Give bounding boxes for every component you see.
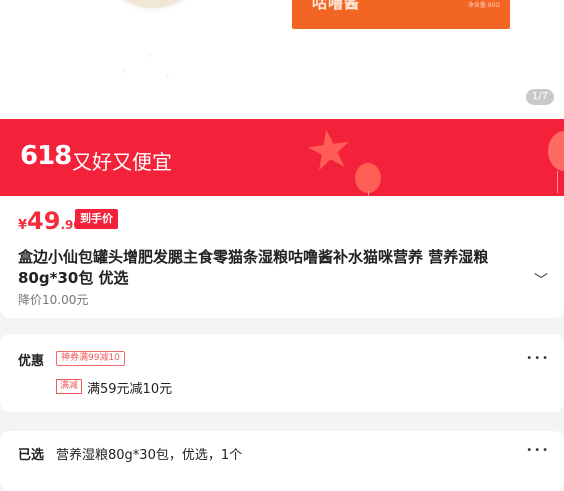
product-image-carousel[interactable]: 咕噜酱 净含量:80G 1/7 bbox=[0, 0, 564, 119]
offers-section[interactable]: 优惠 神券满99减10 满减 满59元减10元 ••• bbox=[0, 334, 564, 412]
reduce-text: 满59元减10元 bbox=[87, 382, 173, 397]
price-card: ¥49.90 到手价 盒边小仙包罐头增肥发腮主食零猫条湿粮咕噜酱补水猫咪营养 营… bbox=[0, 196, 564, 318]
currency-symbol: ¥ bbox=[18, 218, 28, 233]
banner-slogan: 又好又便宜 bbox=[72, 150, 172, 174]
selected-label: 已选 bbox=[18, 448, 45, 463]
decor-speck bbox=[148, 54, 151, 57]
balloon-icon bbox=[355, 163, 381, 193]
more-icon[interactable]: ••• bbox=[526, 445, 550, 456]
coupon-badge[interactable]: 神券满99减10 bbox=[56, 351, 125, 366]
price-drop-note: 降价10.00元 bbox=[18, 293, 89, 307]
final-price-tag: 到手价 bbox=[75, 209, 118, 229]
offers-label: 优惠 bbox=[18, 354, 45, 369]
chevron-down-icon[interactable]: ﹀ bbox=[534, 270, 548, 290]
decor-speck bbox=[166, 74, 169, 77]
more-icon[interactable]: ••• bbox=[526, 353, 550, 364]
product-photo-bowl bbox=[98, 0, 208, 8]
decor-speck bbox=[122, 70, 125, 73]
product-package-image: 咕噜酱 净含量:80G bbox=[292, 0, 510, 29]
final-price: ¥49.90 bbox=[18, 207, 82, 235]
image-counter: 1/7 bbox=[525, 89, 554, 105]
promo-banner: 618 又好又便宜 ★ bbox=[0, 119, 564, 196]
selected-value: 营养湿粮80g*30包，优选，1个 bbox=[56, 448, 243, 463]
balloon-icon bbox=[548, 131, 564, 171]
banner-618-logo: 618 bbox=[20, 141, 72, 171]
selected-spec-section[interactable]: 已选 营养湿粮80g*30包，优选，1个 ••• bbox=[0, 431, 564, 491]
reduce-tag: 满减 bbox=[56, 379, 83, 394]
star-icon: ★ bbox=[300, 119, 358, 185]
package-net-weight: 净含量:80G bbox=[467, 2, 500, 9]
product-title: 盒边小仙包罐头增肥发腮主食零猫条湿粮咕噜酱补水猫咪营养 营养湿粮80g*30包 … bbox=[18, 248, 489, 287]
price-integer: 49 bbox=[27, 207, 61, 235]
balloon-string bbox=[557, 171, 558, 193]
package-title: 咕噜酱 bbox=[312, 0, 361, 12]
